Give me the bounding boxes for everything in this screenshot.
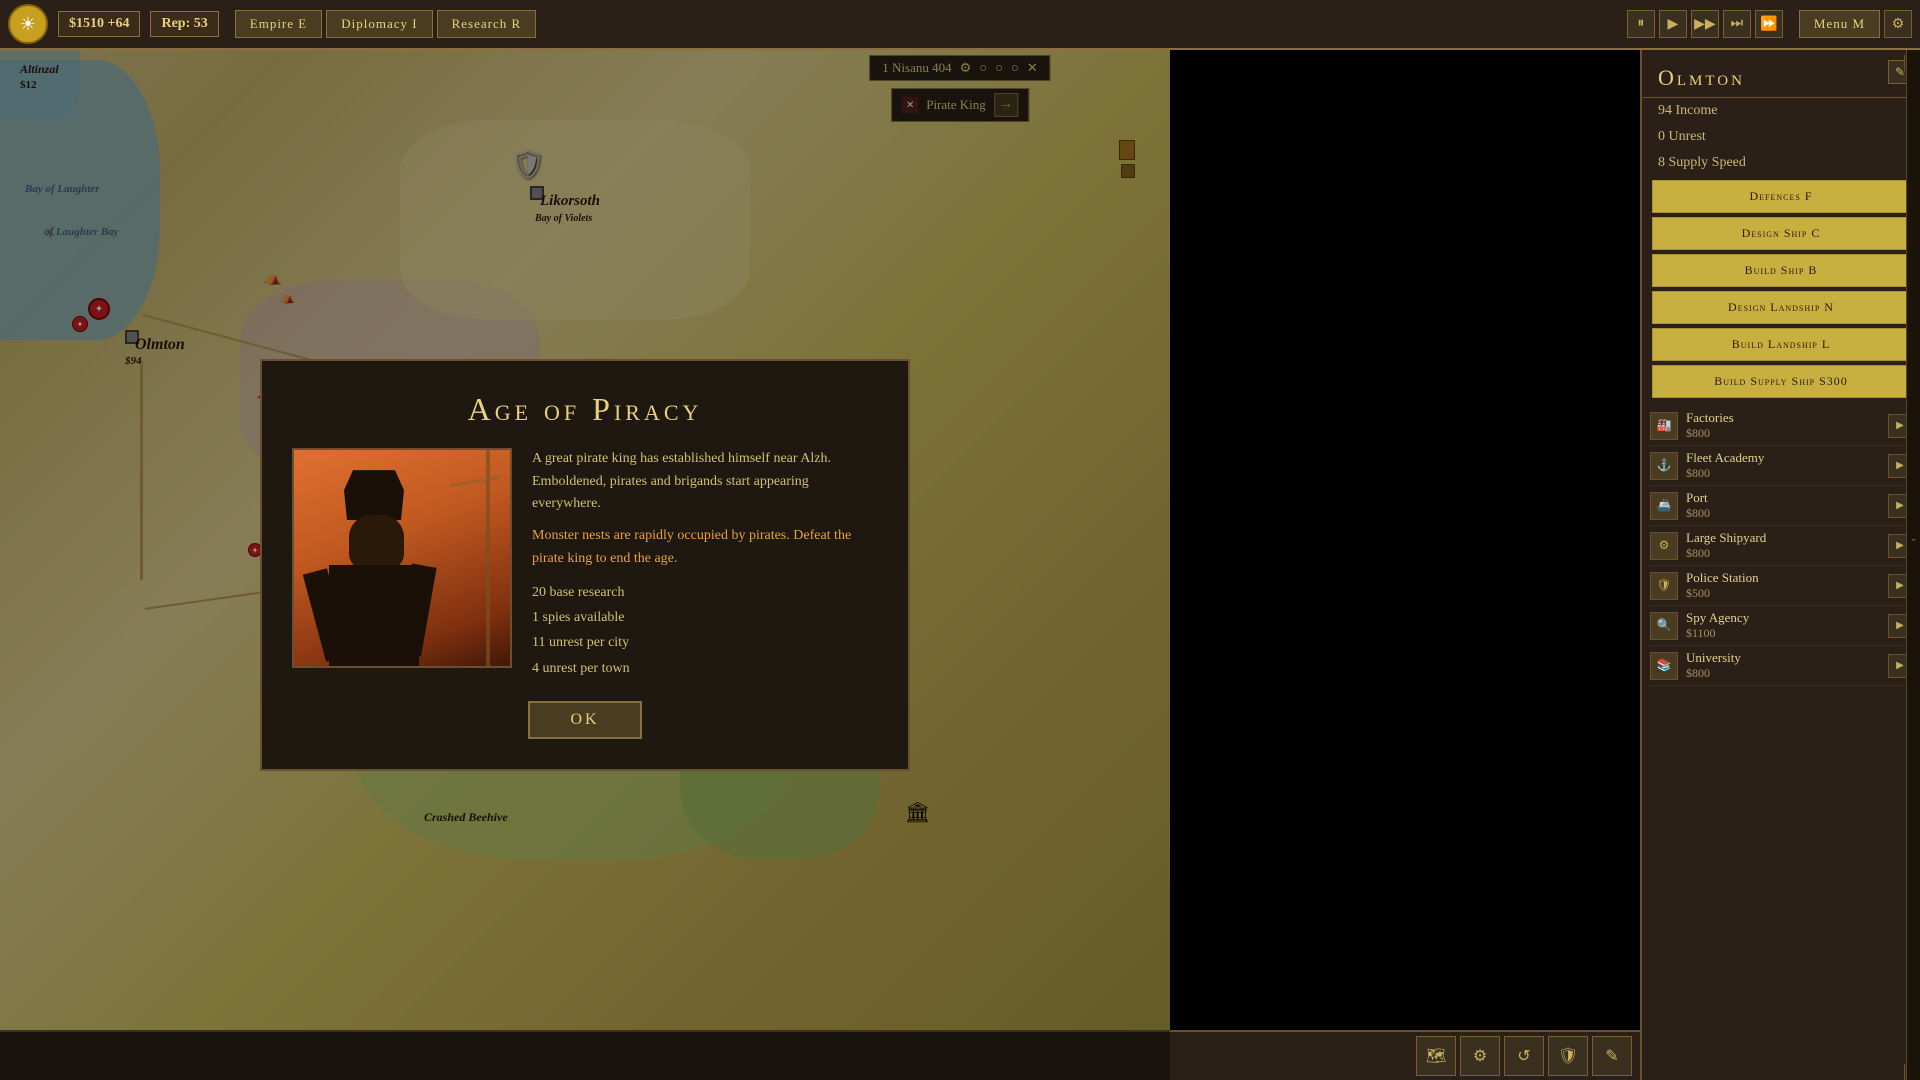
modal-stats: 20 base research 1 spies available 11 un… bbox=[532, 580, 878, 681]
spy-agency-icon: 🔍 bbox=[1650, 612, 1678, 640]
port-cost: $800 bbox=[1686, 506, 1880, 521]
speed1-button[interactable]: ▶ bbox=[1659, 10, 1687, 38]
modal-stat2: 1 spies available bbox=[532, 605, 878, 630]
fleet-academy-name: Fleet Academy bbox=[1686, 450, 1880, 466]
design-landship-button[interactable]: Design Landship N bbox=[1652, 291, 1910, 324]
map-reset-button[interactable]: ↺ bbox=[1504, 1036, 1544, 1076]
large-shipyard-icon: ⚙ bbox=[1650, 532, 1678, 560]
unrest-stat: 0 Unrest bbox=[1642, 124, 1920, 150]
spy-agency-name: Spy Agency bbox=[1686, 610, 1880, 626]
modal-ok-button[interactable]: OK bbox=[528, 701, 641, 739]
income-stat: 94 Income bbox=[1642, 98, 1920, 124]
research-button[interactable]: Research R bbox=[437, 10, 537, 38]
settings-icon[interactable]: ⚙ bbox=[1884, 10, 1912, 38]
building-university: 📚 University $800 ▶ bbox=[1650, 646, 1912, 686]
university-icon: 📚 bbox=[1650, 652, 1678, 680]
modal-stat3: 11 unrest per city bbox=[532, 630, 878, 655]
speed2-button[interactable]: ▶▶ bbox=[1691, 10, 1719, 38]
university-name: University bbox=[1686, 650, 1880, 666]
defences-button[interactable]: Defences F bbox=[1652, 180, 1910, 213]
pirate-hat bbox=[344, 470, 404, 520]
factories-cost: $800 bbox=[1686, 426, 1880, 441]
university-cost: $800 bbox=[1686, 666, 1880, 681]
modal-stat1: 20 base research bbox=[532, 580, 878, 605]
police-station-cost: $500 bbox=[1686, 586, 1880, 601]
build-landship-button[interactable]: Build Landship L bbox=[1652, 328, 1910, 361]
large-shipyard-info: Large Shipyard $800 bbox=[1686, 530, 1880, 561]
modal-content: A great pirate king has established hims… bbox=[292, 448, 878, 681]
fleet-academy-info: Fleet Academy $800 bbox=[1686, 450, 1880, 481]
pirate-image bbox=[292, 448, 512, 668]
building-port: 🚢 Port $800 ▶ bbox=[1650, 486, 1912, 526]
buildings-list: 🏭 Factories $800 ▶ ⚓ Fleet Academy $800 … bbox=[1642, 406, 1920, 686]
large-shipyard-cost: $800 bbox=[1686, 546, 1880, 561]
modal-para1: A great pirate king has established hims… bbox=[532, 448, 878, 515]
building-large-shipyard: ⚙ Large Shipyard $800 ▶ bbox=[1650, 526, 1912, 566]
modal-title: Age of Piracy bbox=[292, 391, 878, 428]
age-of-piracy-modal: Age of Piracy A great pirate king has es… bbox=[260, 359, 910, 771]
pirate-head bbox=[349, 515, 404, 570]
port-info: Port $800 bbox=[1686, 490, 1880, 521]
map-defense-button[interactable]: 🛡 bbox=[1548, 1036, 1588, 1076]
spy-agency-cost: $1100 bbox=[1686, 626, 1880, 641]
map-settings-button[interactable]: ⚙ bbox=[1460, 1036, 1500, 1076]
fleet-academy-cost: $800 bbox=[1686, 466, 1880, 481]
supply-speed-stat: 8 Supply Speed bbox=[1642, 150, 1920, 176]
money-display: $1510 +64 bbox=[58, 11, 140, 37]
building-factories: 🏭 Factories $800 ▶ bbox=[1650, 406, 1912, 446]
design-ship-button[interactable]: Design Ship C bbox=[1652, 217, 1910, 250]
building-police-station: 🛡 Police Station $500 ▶ bbox=[1650, 566, 1912, 606]
factories-icon: 🏭 bbox=[1650, 412, 1678, 440]
build-ship-button[interactable]: Build Ship B bbox=[1652, 254, 1910, 287]
rep-display: Rep: 53 bbox=[150, 11, 218, 37]
factories-info: Factories $800 bbox=[1686, 410, 1880, 441]
topbar: ☀ $1510 +64 Rep: 53 Empire E Diplomacy I… bbox=[0, 0, 1920, 50]
mast-icon bbox=[486, 450, 490, 668]
map-view-button[interactable]: 🗺 bbox=[1416, 1036, 1456, 1076]
spy-agency-info: Spy Agency $1100 bbox=[1686, 610, 1880, 641]
large-shipyard-name: Large Shipyard bbox=[1686, 530, 1880, 546]
right-panel: Olmton ✎ 94 Income 0 Unrest 8 Supply Spe… bbox=[1640, 0, 1920, 1080]
empire-button[interactable]: Empire E bbox=[235, 10, 322, 38]
fast-forward-button[interactable]: ⏩ bbox=[1755, 10, 1783, 38]
building-fleet-academy: ⚓ Fleet Academy $800 ▶ bbox=[1650, 446, 1912, 486]
pause-button[interactable]: ⏸ bbox=[1627, 10, 1655, 38]
skip-button[interactable]: ⏭ bbox=[1723, 10, 1751, 38]
right-edge-arrow[interactable]: › bbox=[1907, 0, 1920, 1080]
building-spy-agency: 🔍 Spy Agency $1100 ▶ bbox=[1650, 606, 1912, 646]
modal-stat4: 4 unrest per town bbox=[532, 656, 878, 681]
police-station-icon: 🛡 bbox=[1650, 572, 1678, 600]
logo-icon[interactable]: ☀ bbox=[8, 4, 48, 44]
map-edit-button[interactable]: ✎ bbox=[1592, 1036, 1632, 1076]
port-icon: 🚢 bbox=[1650, 492, 1678, 520]
modal-overlay: Age of Piracy A great pirate king has es… bbox=[0, 50, 1170, 1080]
police-station-name: Police Station bbox=[1686, 570, 1880, 586]
modal-text-area: A great pirate king has established hims… bbox=[532, 448, 878, 681]
modal-para2: Monster nests are rapidly occupied by pi… bbox=[532, 525, 878, 570]
port-name: Port bbox=[1686, 490, 1880, 506]
city-name-title: Olmton bbox=[1642, 55, 1920, 98]
diplomacy-button[interactable]: Diplomacy I bbox=[326, 10, 432, 38]
menu-button[interactable]: Menu M bbox=[1799, 10, 1880, 38]
factories-name: Factories bbox=[1686, 410, 1880, 426]
fleet-academy-icon: ⚓ bbox=[1650, 452, 1678, 480]
police-station-info: Police Station $500 bbox=[1686, 570, 1880, 601]
build-supply-ship-button[interactable]: Build Supply Ship S300 bbox=[1652, 365, 1910, 398]
university-info: University $800 bbox=[1686, 650, 1880, 681]
